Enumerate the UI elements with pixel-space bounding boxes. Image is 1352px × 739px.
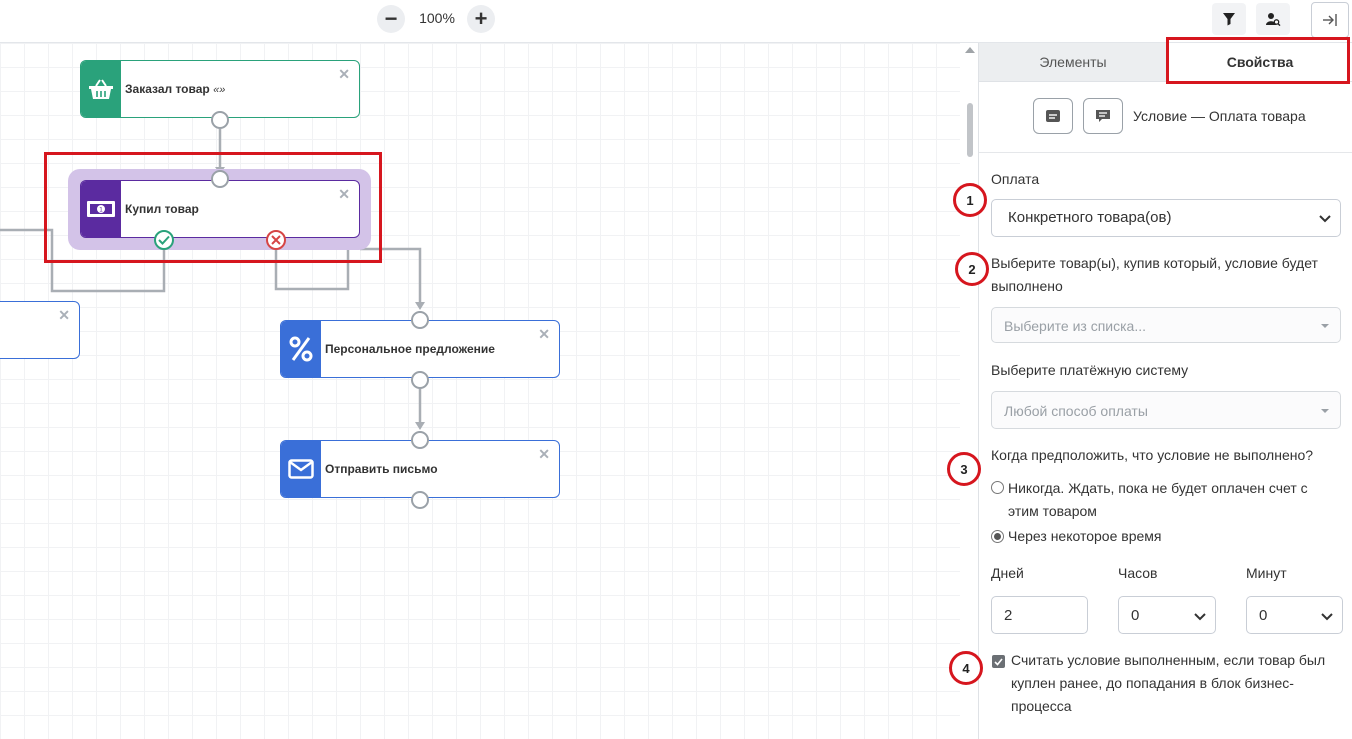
days-input[interactable]: 2: [991, 596, 1088, 634]
hours-label: Часов: [1118, 565, 1158, 581]
delete-node-icon[interactable]: ✕: [538, 326, 550, 343]
input-port[interactable]: [411, 311, 429, 329]
annotation-box-node: [44, 152, 382, 263]
products-placeholder: Выберите из списка...: [1004, 318, 1147, 334]
filter-icon: [1223, 13, 1235, 26]
hours-value: 0: [1131, 607, 1140, 624]
paysys-select[interactable]: Любой способ оплаты: [991, 391, 1341, 429]
minutes-select[interactable]: 0: [1246, 596, 1343, 634]
chevron-down-icon: [1194, 613, 1206, 621]
connection-lines: [0, 129, 425, 430]
payment-select[interactable]: Конкретного товара(ов): [991, 199, 1341, 237]
days-value: 2: [1004, 607, 1013, 624]
scroll-thumb[interactable]: [967, 103, 973, 157]
note-icon: [1046, 110, 1060, 122]
percent-icon: [289, 336, 313, 362]
radio-after-time-label: Через некоторое время: [1008, 528, 1162, 544]
filter-button[interactable]: [1212, 3, 1246, 35]
comment-button[interactable]: [1083, 98, 1123, 134]
check-icon: [994, 657, 1003, 666]
node-ordered-product[interactable]: Заказал товар «» ✕: [80, 60, 360, 118]
paysys-placeholder: Любой способ оплаты: [1004, 403, 1148, 419]
bought-before-label: Считать условие выполненным, если товар …: [1011, 652, 1326, 714]
minutes-label: Минут: [1246, 565, 1287, 581]
properties-panel: Элементы Свойства Условие — Оплата товар…: [978, 37, 1352, 739]
days-label: Дней: [991, 565, 1024, 581]
delete-node-icon[interactable]: ✕: [338, 66, 350, 83]
annotation-badge-3: 3: [947, 452, 981, 486]
delete-node-icon[interactable]: ✕: [538, 446, 550, 463]
collapse-panel-icon: [1323, 14, 1337, 26]
tab-elements[interactable]: Элементы: [979, 43, 1167, 81]
notes-button[interactable]: [1033, 98, 1073, 134]
node-label: Заказал товар «»: [125, 82, 226, 96]
hours-select[interactable]: 0: [1118, 596, 1216, 634]
radio-never[interactable]: [991, 481, 1004, 494]
top-toolbar: − 100% +: [0, 0, 1352, 43]
output-port[interactable]: [211, 111, 229, 129]
chevron-down-icon: [1319, 215, 1331, 223]
envelope-icon: [288, 459, 314, 479]
annotation-badge-2: 2: [955, 252, 989, 286]
minutes-value: 0: [1259, 607, 1268, 624]
annotation-badge-4: 4: [949, 651, 983, 685]
annotation-badge-1: 1: [953, 183, 987, 217]
annotation-box-tab: [1166, 37, 1350, 84]
user-search-button[interactable]: [1256, 3, 1290, 35]
zoom-out-button[interactable]: −: [377, 5, 405, 33]
node-icon-box: [281, 321, 321, 377]
node-icon-box: [81, 61, 121, 117]
comment-icon: [1096, 110, 1110, 122]
output-port[interactable]: [411, 491, 429, 509]
panel-title: Условие — Оплата товара: [1133, 108, 1306, 124]
node-icon-box: [281, 441, 321, 497]
workflow-canvas[interactable]: Заказал товар «» ✕ 1 Купил товар ✕ ✕ Пер…: [0, 43, 960, 739]
radio-never-label: Никогда. Ждать, пока не будет оплачен сч…: [1008, 480, 1308, 519]
chevron-down-icon: [1321, 613, 1333, 621]
delete-node-icon[interactable]: ✕: [58, 307, 70, 324]
node-partial[interactable]: ✕: [0, 301, 80, 359]
user-search-icon: [1266, 13, 1281, 27]
collapse-panel-button[interactable]: [1311, 2, 1349, 38]
divider: [979, 152, 1352, 153]
products-select[interactable]: Выберите из списка...: [991, 307, 1341, 343]
caret-down-icon: [1321, 324, 1329, 328]
output-port[interactable]: [411, 371, 429, 389]
payment-label: Оплата: [991, 171, 1040, 187]
bought-before-checkbox[interactable]: [992, 655, 1005, 668]
canvas-scrollbar[interactable]: [962, 43, 978, 739]
payment-value: Конкретного товара(ов): [1008, 209, 1172, 226]
when-label: Когда предположить, что условие не выпол…: [991, 447, 1314, 463]
basket-icon: [89, 79, 113, 99]
zoom-level: 100%: [419, 10, 455, 26]
scroll-up-arrow[interactable]: [965, 47, 975, 53]
caret-down-icon: [1321, 409, 1329, 413]
input-port[interactable]: [411, 431, 429, 449]
node-label: Персональное предложение: [325, 342, 495, 356]
products-label: Выберите товар(ы), купив который, услови…: [991, 255, 1318, 294]
zoom-in-button[interactable]: +: [467, 5, 495, 33]
radio-after-time[interactable]: [991, 530, 1004, 543]
node-label: Отправить письмо: [325, 462, 438, 476]
paysys-label: Выберите платёжную систему: [991, 362, 1189, 378]
